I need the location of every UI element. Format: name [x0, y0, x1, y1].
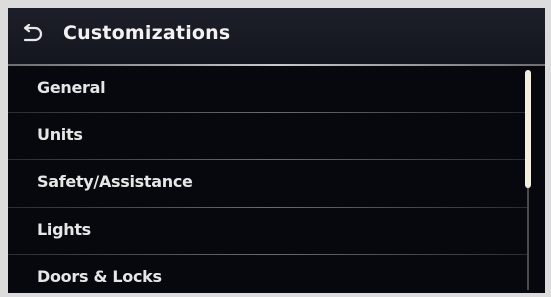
infotainment-screen: Customizations General Units Safety/Assi…: [8, 8, 545, 293]
scrollbar-thumb[interactable]: [525, 70, 531, 188]
menu-item-units[interactable]: Units: [8, 113, 518, 159]
back-arrow-icon[interactable]: [20, 24, 44, 46]
page-title: Customizations: [63, 22, 231, 44]
menu-item-safety-assistance[interactable]: Safety/Assistance: [8, 160, 518, 206]
header-bar: Customizations: [8, 8, 545, 64]
menu-item-general[interactable]: General: [8, 66, 518, 112]
menu-item-doors-locks[interactable]: Doors & Locks: [8, 255, 518, 293]
menu-list: General Units Safety/Assistance Lights D…: [8, 66, 545, 293]
menu-item-label: Doors & Locks: [37, 267, 162, 286]
menu-item-lights[interactable]: Lights: [8, 208, 518, 254]
menu-item-label: Units: [37, 125, 83, 144]
menu-item-label: Lights: [37, 220, 91, 239]
menu-item-label: Safety/Assistance: [37, 172, 193, 191]
menu-item-label: General: [37, 78, 106, 97]
